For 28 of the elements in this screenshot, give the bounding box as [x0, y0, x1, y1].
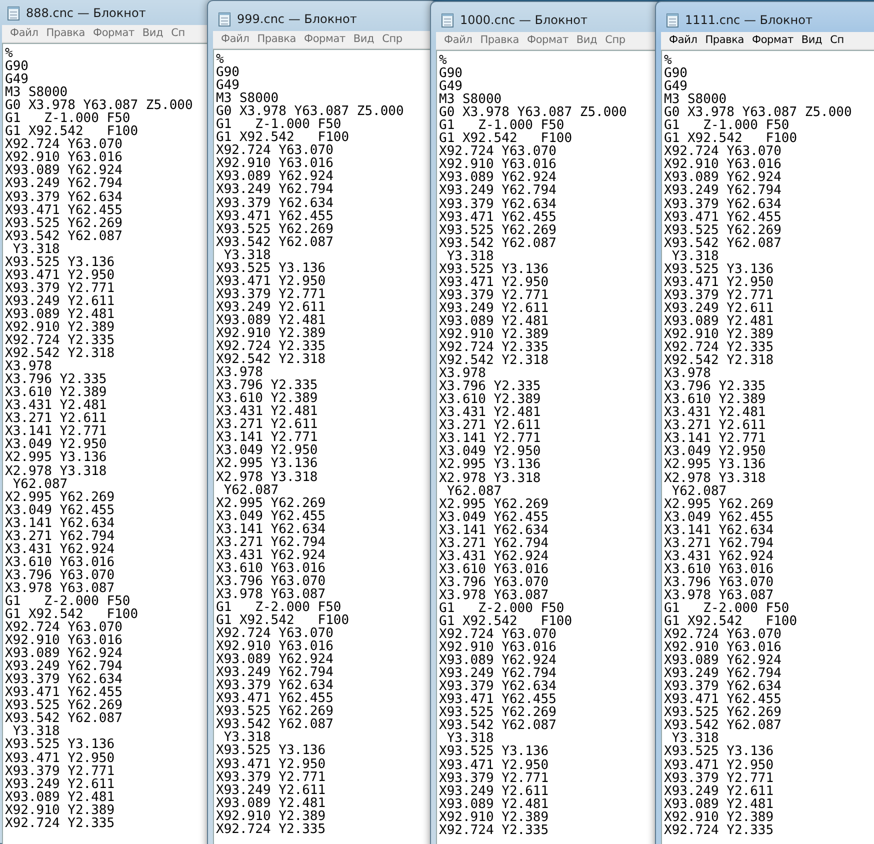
menu-item[interactable]: Файл: [6, 25, 42, 42]
notepad-icon: [666, 12, 679, 28]
menu-item[interactable]: Формат: [300, 31, 350, 48]
menu-item[interactable]: Сп: [167, 25, 189, 42]
menu-item[interactable]: Вид: [138, 25, 168, 42]
menu-item[interactable]: Правка: [701, 32, 748, 49]
menu-item[interactable]: Файл: [440, 32, 476, 49]
menu-item[interactable]: Вид: [349, 31, 378, 48]
window-title: 1111.cnc — Блокнот: [685, 13, 812, 27]
menu-item[interactable]: Спр: [378, 31, 406, 48]
menu-item[interactable]: Формат: [522, 32, 572, 49]
menu-item[interactable]: Вид: [572, 32, 602, 49]
notepad-icon: [441, 12, 454, 28]
menu-item[interactable]: Файл: [665, 32, 702, 49]
menu-item[interactable]: Правка: [253, 31, 300, 48]
menu-item[interactable]: Правка: [42, 25, 89, 42]
menu-item[interactable]: Формат: [748, 32, 798, 49]
menu-item[interactable]: Сп: [826, 32, 848, 49]
window-title: 999.cnc — Блокнот: [237, 12, 357, 26]
notepad-icon: [7, 6, 20, 20]
window-title: 1000.cnc — Блокнот: [460, 13, 588, 27]
menu-item[interactable]: Вид: [797, 32, 826, 49]
menu-item[interactable]: Спр: [601, 32, 630, 49]
menu-item[interactable]: Правка: [476, 32, 523, 49]
menu-item[interactable]: Формат: [88, 25, 138, 42]
notepad-icon: [218, 12, 231, 26]
menu-item[interactable]: Файл: [217, 31, 254, 48]
window-title: 888.cnc — Блокнот: [26, 6, 146, 20]
